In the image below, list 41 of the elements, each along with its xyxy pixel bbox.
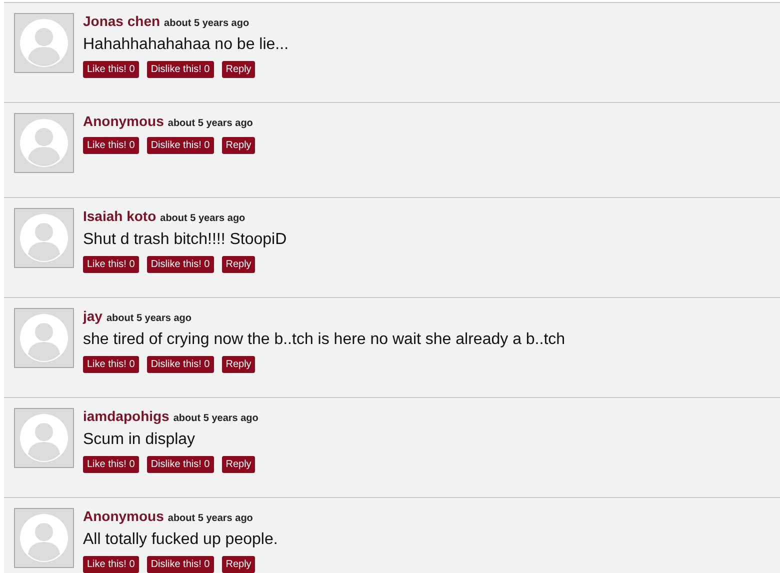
dislike-button[interactable]: Dislike this! 0 — [146, 356, 214, 373]
comment-text: Shut d trash bitch!!!! StoopiD — [83, 230, 287, 250]
reply-button[interactable]: Reply — [222, 556, 256, 573]
dislike-button[interactable]: Dislike this! 0 — [146, 137, 214, 154]
avatar-icon — [14, 308, 74, 368]
timestamp: about 5 years ago — [160, 213, 246, 224]
like-button[interactable]: Like this! 0 — [83, 556, 139, 573]
dislike-button[interactable]: Dislike this! 0 — [146, 61, 214, 78]
author-name[interactable]: Anonymous — [83, 113, 164, 129]
timestamp: about 5 years ago — [164, 18, 250, 29]
author-name[interactable]: Isaiah koto — [83, 208, 156, 224]
like-button[interactable]: Like this! 0 — [83, 256, 139, 273]
comment-text: Scum in display — [83, 430, 196, 450]
comment-text: Hahahhahahahaa no be lie... — [83, 35, 289, 55]
author-name[interactable]: jay — [83, 308, 102, 324]
comment-text: All totally fucked up people. — [83, 530, 278, 550]
like-button[interactable]: Like this! 0 — [83, 456, 139, 473]
reply-button[interactable]: Reply — [222, 137, 256, 154]
dislike-button[interactable]: Dislike this! 0 — [146, 256, 214, 273]
timestamp: about 5 years ago — [168, 118, 253, 129]
avatar-icon — [14, 508, 74, 568]
like-button[interactable]: Like this! 0 — [83, 356, 139, 373]
timestamp: about 5 years ago — [106, 313, 192, 324]
timestamp: about 5 years ago — [173, 413, 258, 424]
avatar-icon — [14, 13, 74, 73]
reply-button[interactable]: Reply — [222, 456, 256, 473]
author-name[interactable]: Jonas chen — [83, 13, 160, 29]
author-name[interactable]: Anonymous — [83, 508, 164, 524]
like-button[interactable]: Like this! 0 — [83, 61, 139, 78]
avatar-icon — [14, 408, 74, 468]
timestamp: about 5 years ago — [168, 513, 253, 524]
dislike-button[interactable]: Dislike this! 0 — [146, 456, 214, 473]
author-name[interactable]: iamdapohigs — [83, 408, 170, 424]
comment-text: she tired of crying now the b..tch is here no wait she already a b..tch — [83, 330, 566, 350]
reply-button[interactable]: Reply — [222, 61, 256, 78]
reply-button[interactable]: Reply — [222, 356, 256, 373]
reply-button[interactable]: Reply — [222, 256, 256, 273]
avatar-icon — [14, 113, 74, 173]
like-button[interactable]: Like this! 0 — [83, 137, 139, 154]
dislike-button[interactable]: Dislike this! 0 — [146, 556, 214, 573]
avatar-icon — [14, 208, 74, 268]
